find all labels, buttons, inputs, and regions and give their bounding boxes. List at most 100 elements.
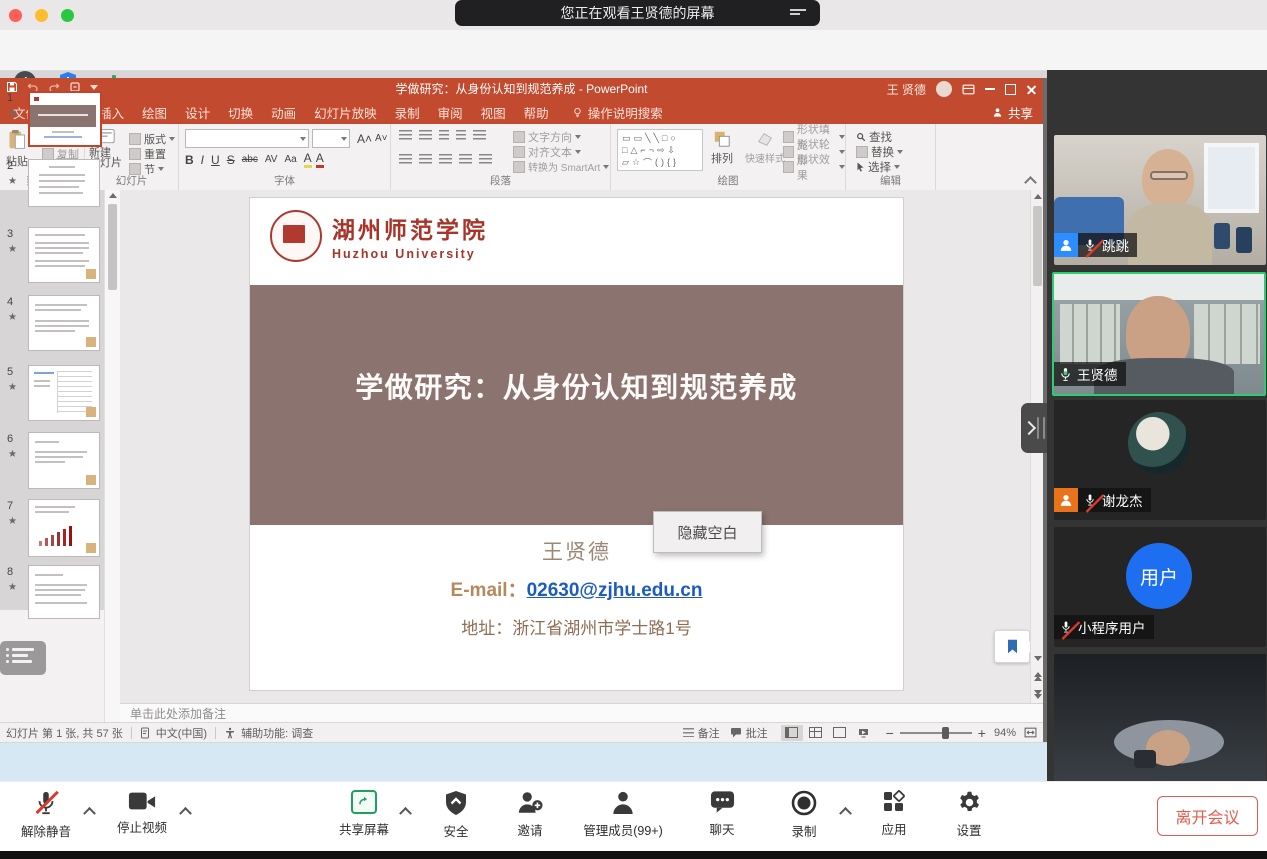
bookmark-button[interactable] <box>994 630 1030 663</box>
unmute-button[interactable]: 解除静音 <box>1 790 91 840</box>
tab-view[interactable]: 视图 <box>472 100 515 124</box>
quick-styles-button[interactable]: 快速样式 <box>745 130 785 165</box>
columns-icon[interactable] <box>479 154 492 165</box>
justify-icon[interactable] <box>459 154 472 165</box>
leave-meeting-button[interactable]: 离开会议 <box>1157 796 1258 836</box>
minimize-icon[interactable] <box>985 88 995 90</box>
find-button[interactable]: 查找 <box>856 129 903 144</box>
shrink-font-button[interactable]: A˅ <box>375 133 388 144</box>
thumbnail-slide-5[interactable] <box>28 365 100 421</box>
grow-font-button[interactable]: A˄ <box>357 132 372 146</box>
participant-tile[interactable]: 谢龙杰 <box>1054 400 1266 520</box>
shadow-button[interactable]: abc <box>242 154 258 165</box>
change-case-button[interactable]: Aa <box>284 154 296 165</box>
italic-button[interactable]: I <box>201 153 204 167</box>
ppt-share-button[interactable]: 共享 <box>992 100 1033 124</box>
record-button[interactable]: 录制 <box>759 790 849 840</box>
font-color-button[interactable]: A <box>316 151 324 168</box>
thumbnail-slide-7[interactable] <box>28 499 100 557</box>
video-options-chevron[interactable] <box>181 806 191 816</box>
shape-effects-button[interactable]: 形状效果 <box>783 159 845 174</box>
collapse-ribbon-icon[interactable] <box>1026 178 1035 187</box>
tab-help[interactable]: 帮助 <box>515 100 558 124</box>
thumbnail-slide-2[interactable] <box>28 159 100 207</box>
floating-annotation-widget[interactable] <box>0 641 46 675</box>
layout-button[interactable]: 版式 <box>129 131 175 146</box>
tab-slideshow[interactable]: 幻灯片放映 <box>305 100 386 124</box>
align-text-button[interactable]: 对齐文本 <box>513 144 609 159</box>
slide-sorter-view-button[interactable] <box>805 725 827 741</box>
tab-record[interactable]: 录制 <box>386 100 429 124</box>
font-size-input[interactable] <box>312 129 350 148</box>
qat-dropdown-icon[interactable] <box>90 85 98 90</box>
zoom-out-button[interactable]: − <box>886 725 894 741</box>
scroll-up-icon[interactable] <box>1034 194 1042 199</box>
highlight-button[interactable]: A <box>304 151 312 168</box>
font-name-input[interactable] <box>185 129 309 148</box>
participant-tile[interactable]: 跳跳 <box>1054 135 1266 265</box>
numbering-icon[interactable] <box>419 130 432 141</box>
arrange-button[interactable]: 排列 <box>711 130 733 166</box>
banner-menu-icon[interactable] <box>790 7 806 19</box>
language-status[interactable]: 中文(中国) <box>156 725 207 741</box>
bold-button[interactable]: B <box>185 153 194 167</box>
share-screen-button[interactable]: 共享屏幕 <box>319 790 409 838</box>
line-spacing-icon[interactable] <box>473 130 486 141</box>
close-icon[interactable] <box>1026 84 1037 95</box>
shapes-gallery[interactable]: ▭▭╲╲□○ □△⌐¬⇨⇩ ▱☆⌒(){} <box>617 129 703 171</box>
tab-draw[interactable]: 绘图 <box>133 100 176 124</box>
stop-video-button[interactable]: 停止视频 <box>97 790 187 836</box>
minimize-traffic-light[interactable] <box>35 9 48 22</box>
sidebar-collapse-handle[interactable] <box>1021 403 1047 453</box>
underline-button[interactable]: U <box>211 153 220 167</box>
zoom-slider[interactable] <box>900 732 972 734</box>
bullets-icon[interactable] <box>399 130 412 141</box>
participant-tile-active-speaker[interactable]: 王贤德 <box>1052 272 1266 396</box>
zoom-slider-handle[interactable] <box>942 727 949 739</box>
scroll-up-icon[interactable] <box>109 193 117 198</box>
mute-options-chevron[interactable] <box>85 806 95 816</box>
accessibility-status[interactable]: 辅助功能: 调查 <box>241 725 313 741</box>
align-left-icon[interactable] <box>399 154 412 165</box>
tab-design[interactable]: 设计 <box>176 100 219 124</box>
maximize-traffic-light[interactable] <box>61 9 74 22</box>
avatar[interactable] <box>936 81 952 97</box>
comments-toggle[interactable]: 批注 <box>746 725 768 741</box>
align-center-icon[interactable] <box>419 154 432 165</box>
thumbnail-scrollbar[interactable] <box>104 190 120 722</box>
ribbon-options-icon[interactable] <box>962 84 975 95</box>
notes-toggle[interactable]: 备注 <box>698 725 720 741</box>
thumbnail-slide-6[interactable] <box>28 432 100 489</box>
tab-review[interactable]: 审阅 <box>429 100 472 124</box>
text-direction-button[interactable]: 文字方向 <box>513 129 609 144</box>
indent-increase-icon[interactable] <box>456 130 466 141</box>
zoom-percentage[interactable]: 94% <box>994 727 1016 739</box>
normal-view-button[interactable] <box>781 725 803 741</box>
fit-to-window-icon[interactable] <box>1024 727 1037 738</box>
manage-members-button[interactable]: 管理成员(99+) <box>578 790 668 839</box>
align-right-icon[interactable] <box>439 154 452 165</box>
zoom-in-button[interactable]: + <box>978 725 986 741</box>
thumbnail-slide-8[interactable] <box>28 565 100 610</box>
tell-me-search[interactable]: 操作说明搜索 <box>572 100 663 124</box>
select-button[interactable]: 选择 <box>856 159 903 174</box>
thumbnail-slide-3[interactable] <box>28 227 100 283</box>
slideshow-view-button[interactable] <box>853 725 875 741</box>
chat-button[interactable]: 聊天 <box>677 790 767 838</box>
tab-animations[interactable]: 动画 <box>262 100 305 124</box>
close-traffic-light[interactable] <box>9 9 22 22</box>
tab-transitions[interactable]: 切换 <box>219 100 262 124</box>
indent-decrease-icon[interactable] <box>439 130 449 141</box>
email-link[interactable]: 02630@zjhu.edu.cn <box>527 580 703 601</box>
notes-pane[interactable]: 单击此处添加备注 <box>120 703 1043 722</box>
reset-button[interactable]: 重置 <box>129 146 175 161</box>
smartart-button[interactable]: 转换为 SmartArt <box>513 159 609 174</box>
settings-button[interactable]: 设置 <box>924 790 1014 839</box>
replace-button[interactable]: 替换 <box>856 144 903 159</box>
participant-tile[interactable]: 用户 小程序用户 <box>1054 527 1266 647</box>
slide[interactable]: 湖州师范学院 Huzhou University 学做研究：从身份认知到规范养成… <box>250 198 903 690</box>
share-options-chevron[interactable] <box>401 806 411 816</box>
restore-icon[interactable] <box>1005 84 1016 95</box>
invite-button[interactable]: 邀请 <box>485 790 575 839</box>
strikethrough-button[interactable]: S <box>227 153 235 167</box>
